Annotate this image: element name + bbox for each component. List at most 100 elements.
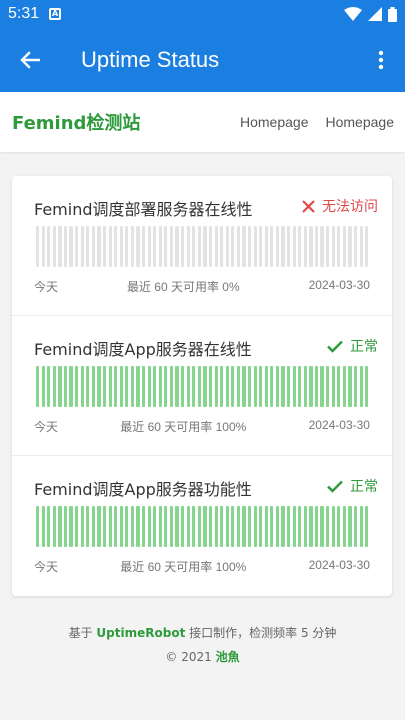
- uptime-day-bar[interactable]: [281, 226, 285, 267]
- uptime-day-bar[interactable]: [359, 366, 363, 407]
- uptime-day-bar[interactable]: [125, 506, 129, 547]
- uptime-day-bar[interactable]: [203, 506, 207, 547]
- uptime-day-bar[interactable]: [309, 366, 313, 407]
- uptime-day-bar[interactable]: [303, 226, 307, 267]
- uptime-day-bar[interactable]: [270, 226, 274, 267]
- uptime-day-bar[interactable]: [220, 506, 224, 547]
- uptime-day-bar[interactable]: [303, 506, 307, 547]
- uptime-day-bar[interactable]: [275, 226, 280, 267]
- uptime-day-bar[interactable]: [136, 226, 140, 267]
- uptime-day-bar[interactable]: [314, 366, 319, 407]
- uptime-day-bar[interactable]: [236, 366, 240, 407]
- uptime-day-bar[interactable]: [270, 506, 274, 547]
- uptime-day-bar[interactable]: [186, 226, 190, 267]
- uptime-day-bar[interactable]: [287, 366, 291, 407]
- uptime-day-bar[interactable]: [225, 506, 229, 547]
- uptime-day-bar[interactable]: [314, 226, 319, 267]
- uptime-day-bar[interactable]: [75, 506, 79, 547]
- uptime-day-bar[interactable]: [348, 226, 352, 267]
- uptime-day-bar[interactable]: [175, 226, 179, 267]
- uptime-day-bar[interactable]: [353, 366, 358, 407]
- uptime-day-bar[interactable]: [164, 226, 168, 267]
- uptime-day-bar[interactable]: [348, 506, 352, 547]
- uptime-day-bar[interactable]: [47, 226, 51, 267]
- uptime-day-bar[interactable]: [331, 506, 335, 547]
- uptime-day-bar[interactable]: [242, 366, 246, 407]
- uptime-day-bar[interactable]: [220, 366, 224, 407]
- uptime-day-bar[interactable]: [259, 226, 263, 267]
- homepage-link[interactable]: Homepage: [326, 114, 395, 130]
- uptime-day-bar[interactable]: [270, 366, 274, 407]
- uptime-day-bar[interactable]: [326, 506, 330, 547]
- overflow-menu-button[interactable]: [357, 28, 405, 92]
- uptime-day-bar[interactable]: [214, 366, 218, 407]
- uptime-day-bar[interactable]: [214, 226, 218, 267]
- uptime-day-bar[interactable]: [281, 506, 285, 547]
- uptime-day-bar[interactable]: [41, 226, 45, 267]
- uptime-day-bar[interactable]: [281, 366, 285, 407]
- uptime-day-bar[interactable]: [342, 506, 346, 547]
- uptime-day-bar[interactable]: [225, 226, 229, 267]
- uptime-day-bar[interactable]: [130, 226, 135, 267]
- uptime-day-bar[interactable]: [102, 226, 107, 267]
- uptime-day-bar[interactable]: [102, 506, 107, 547]
- uptime-day-bar[interactable]: [97, 366, 101, 407]
- uptime-day-bar[interactable]: [69, 506, 73, 547]
- uptime-day-bar[interactable]: [242, 226, 246, 267]
- uptime-day-bar[interactable]: [147, 226, 151, 267]
- uptime-day-bar[interactable]: [342, 226, 346, 267]
- uptime-day-bar[interactable]: [80, 506, 84, 547]
- uptime-day-bar[interactable]: [359, 506, 363, 547]
- uptime-day-bar[interactable]: [169, 366, 174, 407]
- uptime-day-bar[interactable]: [91, 366, 95, 407]
- uptime-day-bar[interactable]: [365, 366, 369, 407]
- uptime-day-bar[interactable]: [158, 226, 162, 267]
- back-button[interactable]: [0, 28, 60, 92]
- uptime-day-bar[interactable]: [52, 366, 56, 407]
- homepage-link[interactable]: Homepage: [240, 114, 309, 130]
- uptime-day-bar[interactable]: [253, 506, 257, 547]
- uptime-day-bar[interactable]: [63, 506, 68, 547]
- uptime-day-bar[interactable]: [231, 506, 235, 547]
- uptime-day-bar[interactable]: [36, 226, 40, 267]
- uptime-day-bar[interactable]: [130, 366, 135, 407]
- uptime-day-bar[interactable]: [192, 366, 196, 407]
- uptime-day-bar[interactable]: [97, 226, 101, 267]
- uptime-day-bar[interactable]: [192, 506, 196, 547]
- uptime-day-bar[interactable]: [208, 226, 213, 267]
- uptime-day-bar[interactable]: [181, 366, 185, 407]
- uptime-day-bar[interactable]: [298, 226, 302, 267]
- uptime-day-bar[interactable]: [158, 366, 162, 407]
- uptime-day-bar[interactable]: [181, 506, 185, 547]
- uptime-day-bar[interactable]: [108, 226, 112, 267]
- uptime-day-bar[interactable]: [353, 506, 358, 547]
- uptime-day-bar[interactable]: [287, 506, 291, 547]
- uptime-day-bar[interactable]: [247, 226, 252, 267]
- uptime-day-bar[interactable]: [114, 506, 118, 547]
- uptime-day-bar[interactable]: [298, 506, 302, 547]
- uptime-day-bar[interactable]: [91, 226, 95, 267]
- uptime-day-bar[interactable]: [236, 506, 240, 547]
- uptime-day-bar[interactable]: [75, 366, 79, 407]
- uptime-day-bar[interactable]: [136, 366, 140, 407]
- uptime-day-bar[interactable]: [365, 226, 369, 267]
- uptime-day-bar[interactable]: [75, 226, 79, 267]
- uptime-day-bar[interactable]: [102, 366, 107, 407]
- uptime-day-bar[interactable]: [119, 506, 123, 547]
- uptime-day-bar[interactable]: [86, 366, 90, 407]
- uptime-day-bar[interactable]: [158, 506, 162, 547]
- uptime-day-bar[interactable]: [247, 506, 252, 547]
- uptime-day-bar[interactable]: [320, 506, 324, 547]
- uptime-day-bar[interactable]: [36, 366, 40, 407]
- uptime-day-bar[interactable]: [186, 506, 190, 547]
- uptime-day-bar[interactable]: [203, 366, 207, 407]
- uptime-day-bar[interactable]: [58, 226, 62, 267]
- uptime-day-bar[interactable]: [69, 366, 73, 407]
- uptime-day-bar[interactable]: [114, 226, 118, 267]
- uptime-day-bar[interactable]: [164, 366, 168, 407]
- uptime-day-bar[interactable]: [47, 506, 51, 547]
- uptime-day-bar[interactable]: [119, 366, 123, 407]
- uptime-day-bar[interactable]: [136, 506, 140, 547]
- uptime-day-bar[interactable]: [292, 506, 296, 547]
- uptime-day-bar[interactable]: [58, 366, 62, 407]
